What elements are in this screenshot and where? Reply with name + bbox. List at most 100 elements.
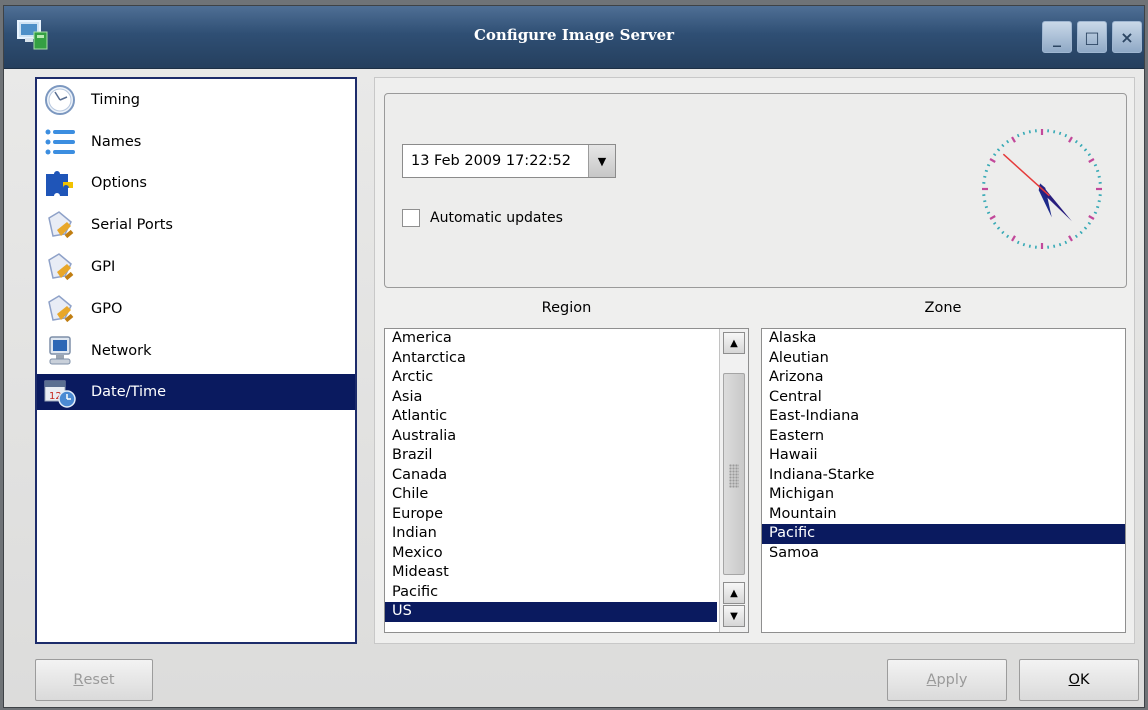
region-label: Region bbox=[541, 300, 592, 316]
scroll-down-button[interactable]: ▼ bbox=[723, 605, 745, 627]
zone-list-item[interactable]: Aleutian bbox=[762, 349, 1125, 369]
zone-list-item[interactable]: Eastern bbox=[762, 427, 1125, 447]
region-list-item[interactable]: Antarctica bbox=[385, 349, 717, 369]
title-bar[interactable]: Configure Image Server _ □ × bbox=[4, 6, 1144, 69]
ok-label-rest: K bbox=[1079, 672, 1090, 688]
region-list-item[interactable]: America bbox=[385, 329, 717, 349]
region-list-item[interactable]: US bbox=[385, 602, 717, 622]
clock-tick bbox=[986, 163, 991, 167]
zone-list-item[interactable]: East-Indiana bbox=[762, 407, 1125, 427]
region-list-item[interactable]: Mideast bbox=[385, 563, 717, 583]
sidebar-item-timing[interactable]: Timing bbox=[37, 79, 355, 121]
clock-tick bbox=[983, 175, 987, 178]
scroll-up-button[interactable]: ▲ bbox=[723, 332, 745, 354]
zone-list-item[interactable]: Arizona bbox=[762, 368, 1125, 388]
region-list[interactable]: America Antarctica Arctic Asia Atlantic Austr… bbox=[384, 328, 749, 633]
sidebar-item-label: Date/Time bbox=[91, 383, 167, 400]
region-list-item[interactable]: Brazil bbox=[385, 446, 717, 466]
clock-tick bbox=[1079, 230, 1083, 235]
automatic-updates-checkbox[interactable] bbox=[402, 209, 420, 227]
zone-list[interactable]: Alaska Aleutian Arizona Central East-Indiana… bbox=[761, 328, 1126, 633]
region-list-item[interactable]: Mexico bbox=[385, 544, 717, 564]
clock-tick bbox=[1097, 175, 1101, 178]
clock-tick bbox=[1053, 244, 1056, 248]
sidebar-item-label: Timing bbox=[91, 91, 140, 108]
clock-tick bbox=[1095, 169, 1100, 173]
grip-icon bbox=[729, 464, 739, 488]
date-time-dropdown-button[interactable]: ▼ bbox=[588, 145, 615, 177]
clock-tick bbox=[1064, 133, 1068, 138]
date-time-value[interactable]: 13 Feb 2009 17:22:52 bbox=[411, 153, 571, 169]
region-list-item[interactable]: Indian bbox=[385, 524, 717, 544]
sidebar-item-names[interactable]: Names bbox=[37, 121, 355, 163]
region-list-item[interactable]: Canada bbox=[385, 466, 717, 486]
clock-tick bbox=[1068, 235, 1073, 242]
zone-list-item[interactable]: Hawaii bbox=[762, 446, 1125, 466]
minimize-button[interactable]: _ bbox=[1042, 21, 1072, 53]
plug-icon bbox=[48, 253, 74, 281]
clock-tick bbox=[1093, 211, 1098, 215]
zone-list-item[interactable]: Mountain bbox=[762, 505, 1125, 525]
region-scrollbar[interactable]: ▲ ▲ ▼ bbox=[719, 329, 748, 632]
reset-button[interactable]: Reset bbox=[35, 659, 153, 701]
clock-tick bbox=[1093, 163, 1098, 167]
scrollbar-thumb[interactable] bbox=[723, 373, 745, 575]
maximize-button[interactable]: □ bbox=[1077, 21, 1107, 53]
sidebar-item-label: Names bbox=[91, 133, 142, 150]
zone-list-item[interactable]: Alaska bbox=[762, 329, 1125, 349]
clock-tick bbox=[1079, 143, 1083, 148]
sidebar-item-options[interactable]: Options bbox=[37, 163, 355, 205]
clock-tick bbox=[1028, 244, 1031, 248]
arrow-down-icon: ▼ bbox=[730, 610, 738, 622]
chevron-down-icon: ▼ bbox=[597, 154, 607, 168]
region-list-item[interactable]: Arctic bbox=[385, 368, 717, 388]
region-list-item[interactable]: Pacific bbox=[385, 583, 717, 603]
clock-tick bbox=[1006, 139, 1010, 144]
clock-tick bbox=[984, 205, 989, 209]
zone-list-item[interactable]: Indiana-Starke bbox=[762, 466, 1125, 486]
automatic-updates-label[interactable]: Automatic updates bbox=[430, 210, 563, 226]
sidebar-nav: Timing Names Options Serial Ports GPI GP… bbox=[35, 77, 357, 644]
sidebar-item-gpo[interactable]: GPO bbox=[37, 288, 355, 330]
zone-list-item[interactable]: Central bbox=[762, 388, 1125, 408]
sidebar-item-label: GPI bbox=[91, 259, 116, 276]
clock-tick bbox=[1011, 235, 1016, 242]
clock-tick bbox=[1074, 139, 1078, 144]
clock-tick bbox=[996, 148, 1001, 152]
region-list-item[interactable]: Europe bbox=[385, 505, 717, 525]
sidebar-item-gpi[interactable]: GPI bbox=[37, 246, 355, 288]
sidebar-item-network[interactable]: Network bbox=[37, 330, 355, 372]
scroll-up-button-lower[interactable]: ▲ bbox=[723, 582, 745, 604]
clock-tick bbox=[992, 153, 997, 157]
dialog-content: Timing Names Options Serial Ports GPI GP… bbox=[4, 69, 1144, 707]
clock-tick bbox=[1087, 153, 1092, 157]
zone-list-item[interactable]: Samoa bbox=[762, 544, 1125, 564]
sidebar-item-label: GPO bbox=[91, 300, 123, 317]
calendar-clock-icon: 12 bbox=[44, 380, 76, 408]
clock-tick bbox=[1083, 148, 1088, 152]
sidebar-item-label: Serial Ports bbox=[91, 217, 173, 234]
zone-list-item[interactable]: Pacific bbox=[762, 524, 1125, 544]
reset-mnemonic: R bbox=[73, 672, 84, 688]
clock-tick bbox=[1016, 133, 1020, 138]
region-list-item[interactable]: Asia bbox=[385, 388, 717, 408]
clock-tick bbox=[986, 211, 991, 215]
date-time-group: 13 Feb 2009 17:22:52 ▼ Automatic updates bbox=[384, 93, 1127, 288]
clock-tick bbox=[1053, 130, 1056, 134]
ok-button[interactable]: OK bbox=[1019, 659, 1139, 701]
region-list-item[interactable]: Australia bbox=[385, 427, 717, 447]
region-list-item[interactable]: Atlantic bbox=[385, 407, 717, 427]
sidebar-item-date-time[interactable]: 12 Date/Time bbox=[37, 373, 355, 410]
clock-tick bbox=[1087, 221, 1092, 225]
apply-label-rest: pply bbox=[936, 672, 968, 688]
apply-button[interactable]: Apply bbox=[887, 659, 1007, 701]
clock-tick bbox=[1058, 242, 1062, 247]
region-list-item[interactable]: Chile bbox=[385, 485, 717, 505]
sidebar-item-serial-ports[interactable]: Serial Ports bbox=[37, 204, 355, 246]
reset-label-rest: eset bbox=[83, 672, 115, 688]
close-button[interactable]: × bbox=[1112, 21, 1142, 53]
date-time-combobox[interactable]: 13 Feb 2009 17:22:52 ▼ bbox=[402, 144, 616, 178]
automatic-updates-row[interactable]: Automatic updates bbox=[402, 209, 563, 227]
analog-clock bbox=[982, 129, 1102, 249]
zone-list-item[interactable]: Michigan bbox=[762, 485, 1125, 505]
